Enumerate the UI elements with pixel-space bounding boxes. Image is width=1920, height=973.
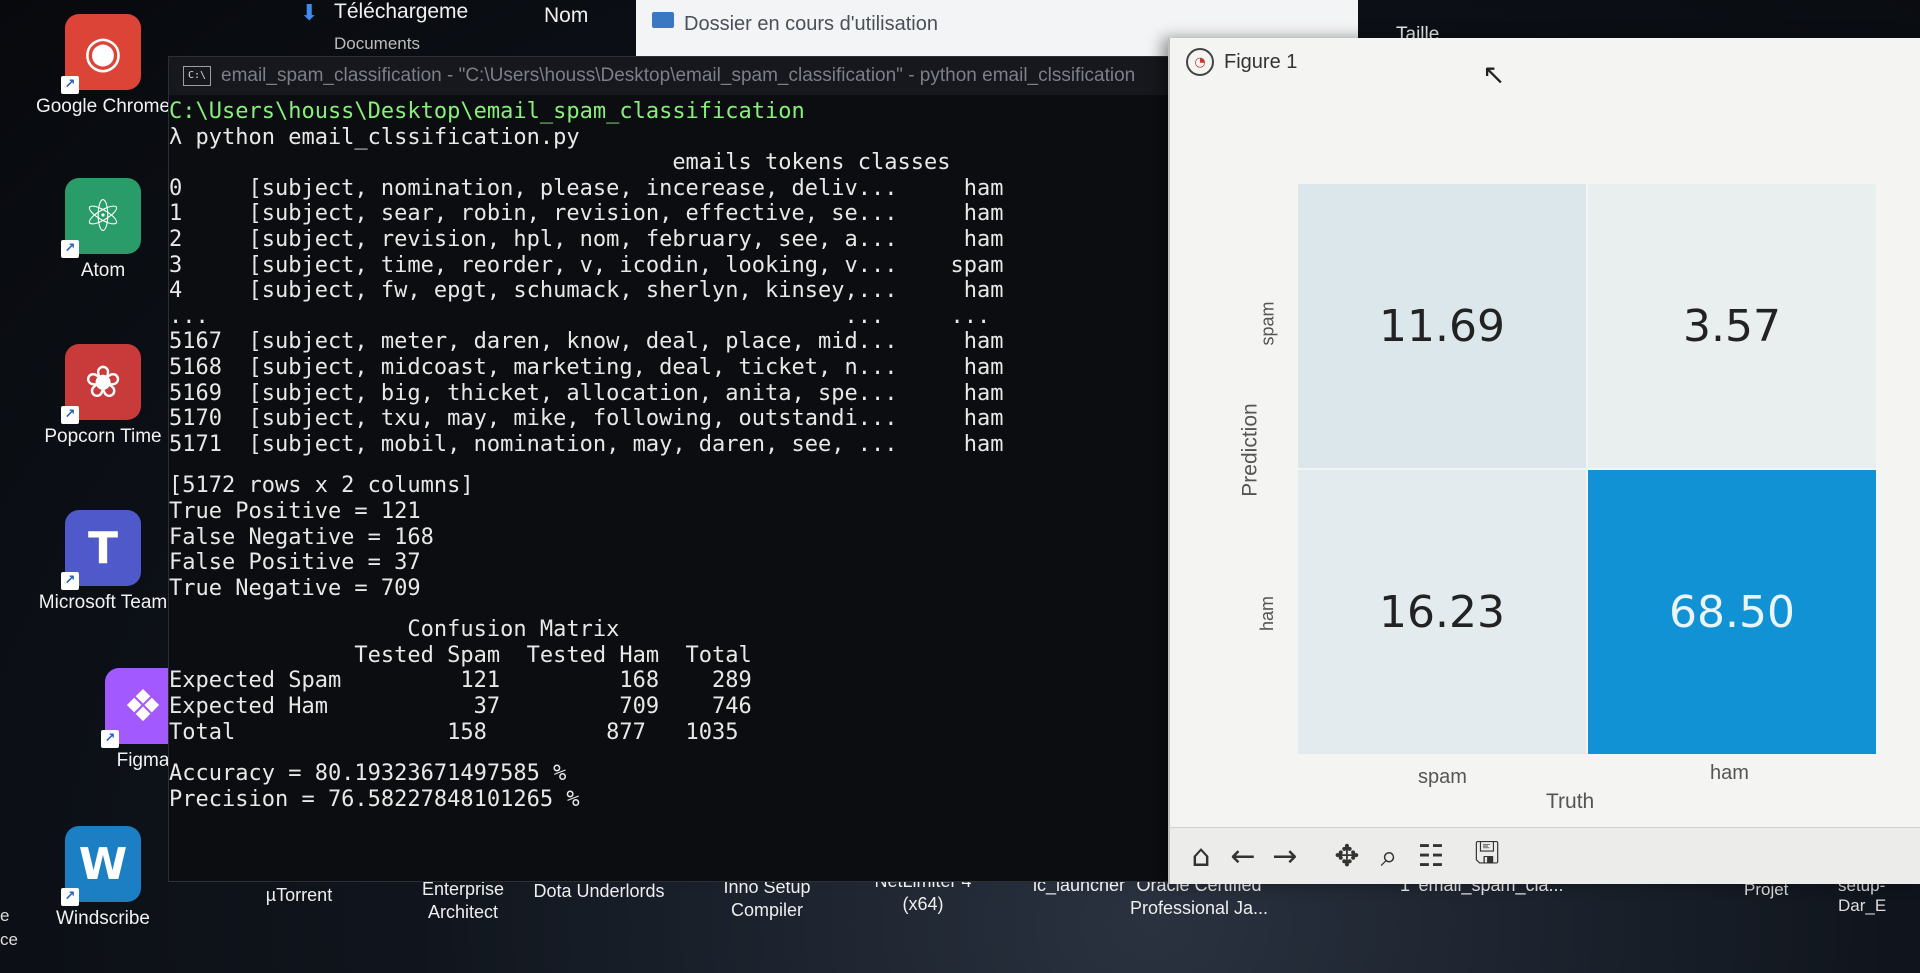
figure-title: Figure 1 — [1224, 50, 1298, 73]
figure-window[interactable]: ◔ Figure 1 ↖ 11.69 3.57 16.23 68.50 spam ha… — [1168, 38, 1920, 884]
heatmap-cell-ham-ham: 68.50 — [1588, 470, 1876, 754]
dataframe-header: emails tokens classes — [169, 150, 951, 176]
confusion-matrix-line: Total 158 877 1035 — [169, 719, 739, 745]
heatmap-cell-spam-spam: 11.69 — [1298, 184, 1586, 468]
pan-icon[interactable]: ✥ — [1328, 838, 1366, 874]
metric-line: Accuracy = 80.19323671497585 % — [169, 761, 567, 787]
console-output: C:\Users\houss\Desktop\email_spam_classi… — [169, 95, 1181, 812]
save-icon[interactable]: 🖫 — [1468, 836, 1506, 874]
console-titlebar[interactable]: C:\ email_spam_classification - "C:\User… — [169, 57, 1181, 95]
explorer-window-fragment: ⬇ Téléchargeme Documents Nom — [220, 0, 640, 56]
dataframe-row: 5171 [subject, mobil, nomination, may, d… — [169, 431, 1004, 457]
desktop-icon-google-chrome[interactable]: ◉ ↗ Google Chrome — [28, 14, 178, 118]
shortcut-arrow-icon: ↗ — [61, 572, 79, 590]
shortcut-arrow-icon: ↗ — [61, 76, 79, 94]
desktop-icon-label: Inno Setup Compiler — [723, 877, 811, 920]
shortcut-arrow-icon: ↗ — [101, 730, 119, 748]
left-edge-label-1: e — [0, 906, 10, 925]
download-arrow-icon: ⬇ — [300, 0, 319, 25]
configure-icon[interactable]: ☷ — [1412, 838, 1450, 874]
confusion-matrix-line: Expected Spam 121 168 289 — [169, 668, 752, 694]
console-title-text: email_spam_classification - "C:\Users\ho… — [221, 65, 1136, 86]
y-axis-label: Prediction — [1238, 403, 1262, 497]
figure-toolbar: ⌂ ← → ✥ ⌕ ☷ 🖫 — [1170, 827, 1920, 884]
console-command-line: λ python email_clssification.py — [169, 124, 580, 150]
desktop-icon-atom[interactable]: ⚛ ↗ Atom — [28, 178, 178, 282]
dataframe-row: 1 [subject, sear, robin, revision, effec… — [169, 201, 1004, 227]
heatmap-cell-spam-ham: 3.57 — [1588, 184, 1876, 468]
dataframe-row: 5169 [subject, big, thicket, allocation,… — [169, 380, 1004, 406]
x-tick-label-ham: ham — [1710, 762, 1749, 784]
desktop-icon-popcorn-time[interactable]: ❀ ↗ Popcorn Time — [28, 344, 178, 448]
mouse-cursor-icon: ↖ — [1482, 58, 1506, 91]
heatmap-value-label: 3.57 — [1683, 300, 1781, 352]
atom-icon: ⚛ ↗ — [61, 178, 141, 258]
confusion-matrix-line: Confusion Matrix — [169, 617, 620, 643]
desktop-icon-label: µTorrent — [265, 885, 333, 905]
summary-line: True Negative = 709 — [169, 575, 421, 601]
dataframe-row: 5170 [subject, txu, may, mike, following… — [169, 406, 1004, 432]
dataframe-row: 5167 [subject, meter, daren, know, deal,… — [169, 329, 1004, 355]
x-tick-label-spam: spam — [1418, 766, 1467, 788]
dataframe-row: 2 [subject, revision, hpl, nom, february… — [169, 226, 1004, 252]
home-icon[interactable]: ⌂ — [1182, 838, 1220, 874]
column-header-nom[interactable]: Nom — [544, 4, 588, 28]
heatmap-value-label: 68.50 — [1669, 586, 1795, 638]
dataframe-row: 5168 [subject, midcoast, marketing, deal… — [169, 354, 1004, 380]
left-edge-label-2: ce — [0, 930, 18, 949]
console-icon: C:\ — [183, 66, 211, 86]
transfer-icon — [652, 12, 674, 28]
heatmap-cell-ham-spam: 16.23 — [1298, 470, 1586, 754]
y-tick-label-spam: spam — [1257, 301, 1278, 346]
console-path-line: C:\Users\houss\Desktop\email_spam_classi… — [169, 99, 805, 124]
desktop-icon-label: Windscribe — [56, 908, 150, 929]
nav-item-documents[interactable]: Documents — [334, 34, 420, 54]
summary-line: True Positive = 121 — [169, 498, 421, 524]
desktop-icon-label: Google Chrome — [35, 96, 171, 117]
summary-line: False Positive = 37 — [169, 550, 421, 576]
matplotlib-icon: ◔ — [1186, 48, 1214, 76]
confusion-matrix-line: Tested Spam Tested Ham Total — [169, 642, 752, 668]
microsoft-team-icon: T ↗ — [61, 510, 141, 590]
x-axis-label: Truth — [1546, 790, 1595, 813]
figure-titlebar[interactable]: ◔ Figure 1 ↖ — [1170, 38, 1920, 91]
dataframe-row: 0 [subject, nomination, please, incereas… — [169, 175, 1004, 201]
desktop-icon-label: Enterprise Architect — [421, 879, 505, 922]
dataframe-row: 3 [subject, time, reorder, v, icodin, lo… — [169, 252, 1004, 278]
dialog-title: Dossier en cours d'utilisation — [684, 13, 938, 35]
windscribe-icon: W ↗ — [61, 826, 141, 906]
desktop-icon-label: Dota Underlords — [533, 881, 665, 901]
y-tick-label-ham: ham — [1257, 595, 1278, 632]
nav-item-downloads[interactable]: Téléchargeme — [334, 0, 468, 24]
desktop-icon-microsoft-team[interactable]: T ↗ Microsoft Team — [28, 510, 178, 614]
desktop-icon-windscribe[interactable]: W ↗ Windscribe — [28, 826, 178, 930]
desktop-icon-label: Microsoft Team — [38, 592, 168, 613]
dataframe-row: 4 [subject, fw, epgt, schumack, sherlyn,… — [169, 278, 1004, 304]
popcorn-time-icon: ❀ ↗ — [61, 344, 141, 424]
heatmap-value-label: 16.23 — [1379, 586, 1505, 638]
shortcut-arrow-icon: ↗ — [61, 888, 79, 906]
google-chrome-icon: ◉ ↗ — [61, 14, 141, 94]
confusion-matrix-line: Expected Ham 37 709 746 — [169, 694, 752, 720]
confusion-heatmap: 11.69 3.57 16.23 68.50 — [1298, 184, 1878, 754]
desktop-icon-label: Atom — [80, 260, 126, 281]
desktop-icon-label: Popcorn Time — [44, 426, 162, 447]
shortcut-arrow-icon: ↗ — [61, 406, 79, 424]
forward-icon[interactable]: → — [1266, 838, 1304, 874]
summary-line: [5172 rows x 2 columns] — [169, 473, 474, 499]
metric-line: Precision = 76.58227848101265 % — [169, 786, 580, 812]
shortcut-arrow-icon: ↗ — [61, 240, 79, 258]
summary-line: False Negative = 168 — [169, 524, 434, 550]
zoom-icon[interactable]: ⌕ — [1370, 838, 1408, 874]
dataframe-row: ... ... ... — [169, 303, 991, 329]
back-icon[interactable]: ← — [1224, 838, 1262, 874]
heatmap-value-label: 11.69 — [1379, 300, 1505, 352]
console-window[interactable]: C:\ email_spam_classification - "C:\User… — [168, 56, 1182, 882]
